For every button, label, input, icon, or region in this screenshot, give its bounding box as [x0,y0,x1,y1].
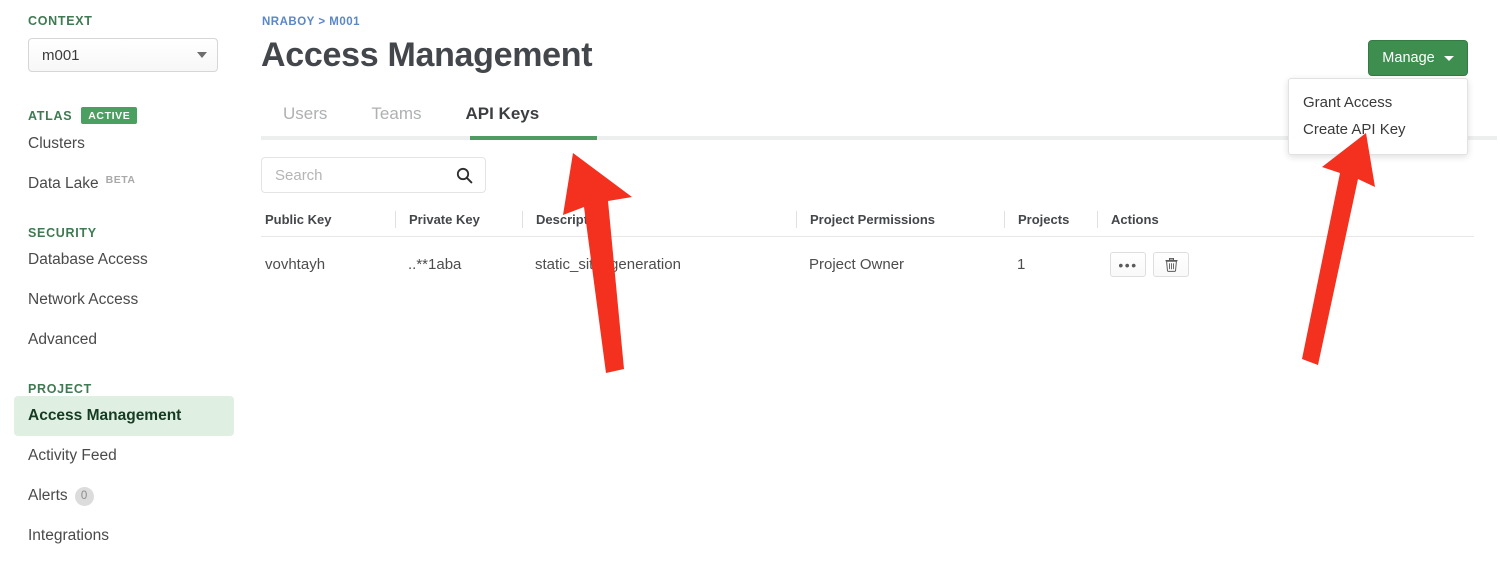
manage-dropdown-menu: Grant Access Create API Key [1288,78,1468,155]
search-icon [456,167,473,183]
menu-item-create-api-key[interactable]: Create API Key [1289,116,1467,143]
cell-public-key: vovhtayh [265,256,326,273]
page-title: Access Management [261,36,593,74]
alerts-count-badge: 0 [74,486,94,506]
sidebar-item-clusters[interactable]: Clusters [0,124,252,164]
sidebar-item-label: Integrations [28,527,109,544]
cell-actions: ••• [1097,252,1474,277]
sidebar-item-network-access[interactable]: Network Access [0,280,252,320]
menu-item-grant-access[interactable]: Grant Access [1289,89,1467,116]
column-header-private-key: Private Key [395,211,522,228]
column-header-project-permissions: Project Permissions [796,211,1004,228]
sidebar-item-label: Access Management [28,407,182,424]
delete-row-button[interactable] [1153,252,1189,277]
sidebar-item-integrations[interactable]: Integrations [0,516,252,556]
manage-button-label: Manage [1382,50,1435,66]
table-header-row: Public Key Private Key Description Proje… [261,203,1474,237]
column-header-projects: Projects [1004,211,1097,228]
access-management-page: CONTEXT m001 ATLAS ACTIVE Clusters Data … [0,0,1500,571]
api-keys-table: Public Key Private Key Description Proje… [261,203,1474,292]
sidebar-item-label: Advanced [28,331,97,348]
sidebar-item-label: Clusters [28,135,85,152]
cell-projects: 1 [1017,256,1026,273]
tab-api-keys[interactable]: API Keys [443,104,561,136]
tab-bar: Users Teams API Keys [261,104,561,136]
main-content: NRABOY > M001 Access Management Manage G… [252,0,1500,571]
sidebar-item-label: Database Access [28,251,148,268]
tab-users[interactable]: Users [261,104,349,136]
table-row[interactable]: vovhtayh ..**1aba static_site_generation… [261,237,1474,292]
sidebar-item-activity-feed[interactable]: Activity Feed [0,436,252,476]
sidebar-item-database-access[interactable]: Database Access [0,240,252,280]
sidebar-item-label: Network Access [28,291,139,308]
breadcrumb[interactable]: NRABOY > M001 [262,16,360,28]
atlas-active-badge: ACTIVE [81,107,138,124]
sidebar-item-label: Activity Feed [28,447,117,464]
sidebar-item-access-management[interactable]: Access Management [14,396,234,436]
cell-description: static_site_generation [535,256,681,273]
sidebar-item-label: Data Lake [28,175,99,192]
trash-icon [1165,257,1177,272]
search-input[interactable] [275,166,445,184]
sidebar-item-label: Alerts [28,487,68,504]
column-header-description: Description [522,211,796,228]
cell-project-permissions: Project Owner [809,256,905,273]
context-section-label: CONTEXT [28,14,93,28]
cell-private-key: ..**1aba [408,256,462,273]
ellipsis-icon: ••• [1118,256,1138,273]
sidebar-item-advanced[interactable]: Advanced [0,320,252,360]
context-project-value: m001 [42,46,80,64]
project-section-label: PROJECT [28,382,92,396]
atlas-section-label: ATLAS [28,108,73,123]
sidebar-item-data-lake[interactable]: Data Lake BETA [0,164,252,204]
sidebar-item-alerts[interactable]: Alerts 0 [0,476,252,516]
security-section-label: SECURITY [28,226,97,240]
manage-button[interactable]: Manage [1368,40,1468,76]
column-header-public-key: Public Key [265,212,332,227]
more-actions-button[interactable]: ••• [1110,252,1146,277]
tab-active-indicator [470,136,597,140]
search-box[interactable] [261,157,486,193]
tab-teams[interactable]: Teams [349,104,443,136]
column-header-actions: Actions [1097,211,1474,228]
atlas-section-header: ATLAS ACTIVE [0,107,252,124]
context-project-select[interactable]: m001 [28,38,218,72]
chevron-down-icon [197,52,207,58]
beta-tag: BETA [105,174,136,186]
sidebar: CONTEXT m001 ATLAS ACTIVE Clusters Data … [0,0,252,571]
chevron-down-icon [1443,55,1454,61]
